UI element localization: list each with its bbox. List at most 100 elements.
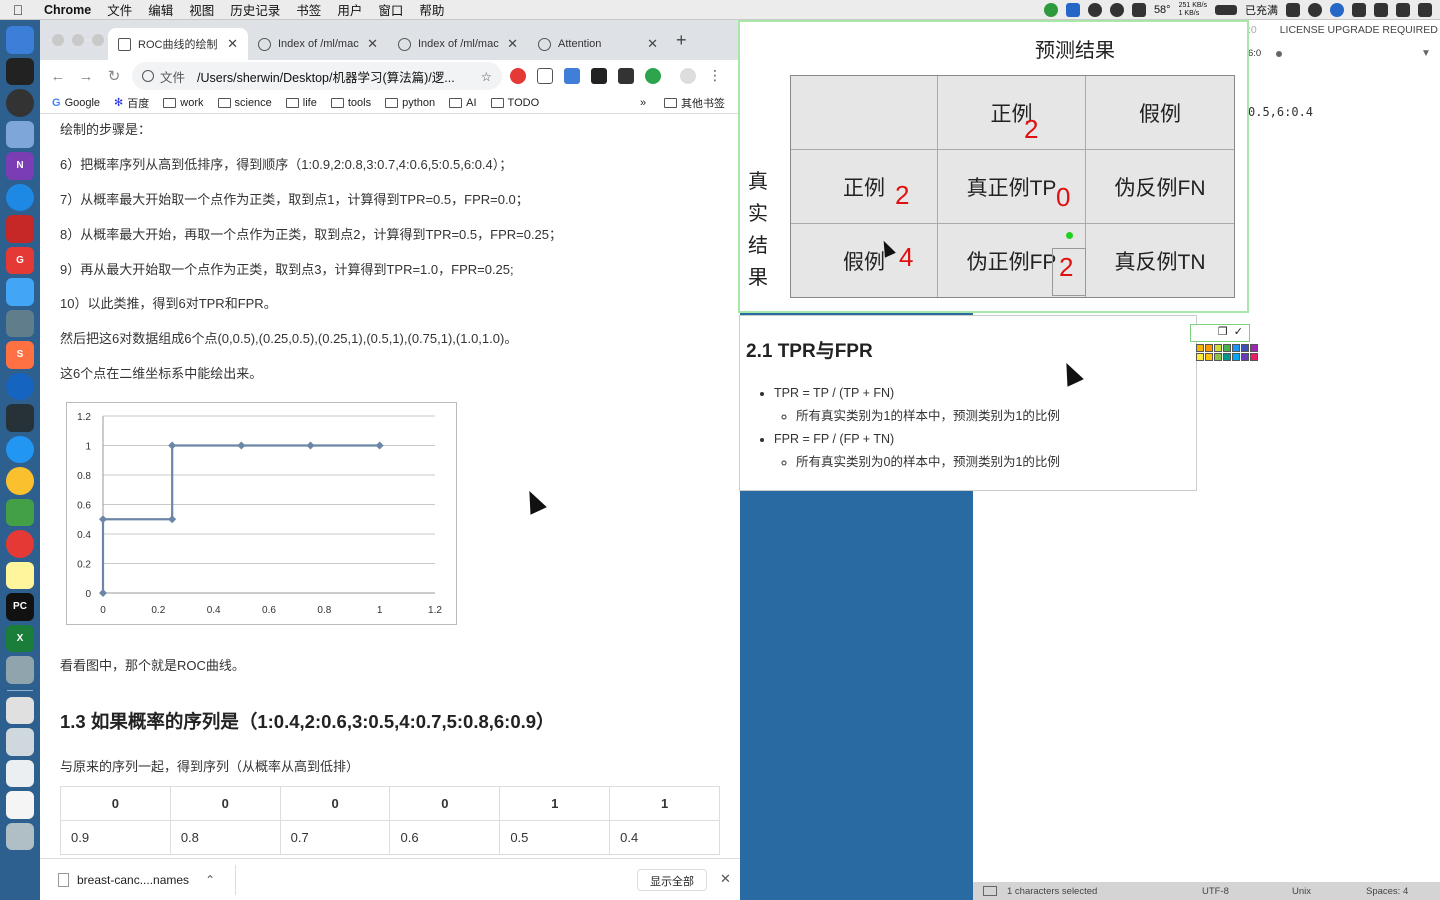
close-icon[interactable]: ✕ bbox=[720, 871, 731, 887]
obs-icon[interactable] bbox=[6, 89, 34, 117]
bookmark-tools[interactable]: tools bbox=[330, 97, 371, 109]
menu-app[interactable]: Chrome bbox=[36, 3, 99, 17]
downloads-stack-icon[interactable] bbox=[6, 759, 34, 787]
menu-bookmarks[interactable]: 书签 bbox=[288, 0, 329, 19]
close-icon[interactable]: ✕ bbox=[647, 36, 658, 52]
app-tray-icon[interactable] bbox=[1065, 3, 1080, 17]
grid-icon[interactable] bbox=[1131, 3, 1146, 17]
minimize-window-button[interactable] bbox=[72, 34, 84, 46]
quicktime-icon[interactable] bbox=[6, 372, 34, 400]
menu-view[interactable]: 视图 bbox=[181, 0, 222, 19]
pred-positive-count[interactable]: 2 bbox=[1024, 114, 1038, 145]
close-icon[interactable]: ✕ bbox=[507, 36, 518, 52]
address-bar[interactable]: 文件 /Users/sherwin/Desktop/机器学习(算法篇)/逻...… bbox=[132, 62, 502, 90]
notes-icon[interactable] bbox=[6, 561, 34, 589]
show-all-downloads-button[interactable]: 显示全部 bbox=[637, 869, 707, 891]
menu-user[interactable]: 用户 bbox=[329, 0, 370, 19]
activity-icon[interactable] bbox=[6, 404, 34, 432]
copy-icon[interactable]: ❐ bbox=[1218, 325, 1228, 341]
tab-index-2[interactable]: Index of /ml/mac ✕ bbox=[388, 28, 528, 60]
trash-icon[interactable] bbox=[6, 822, 34, 850]
display-icon[interactable] bbox=[1286, 3, 1300, 17]
notification-center-icon[interactable] bbox=[1418, 3, 1432, 17]
finder-icon[interactable] bbox=[6, 26, 34, 54]
weibo-icon[interactable] bbox=[6, 530, 34, 558]
chevron-down-icon[interactable]: ▼ bbox=[1421, 48, 1431, 59]
color-swatch[interactable] bbox=[1241, 353, 1249, 361]
color-swatch[interactable] bbox=[1232, 353, 1240, 361]
apple-icon[interactable]:  bbox=[0, 2, 36, 18]
bookmark-baidu[interactable]: ✻ 百度 bbox=[114, 95, 149, 111]
bookmark-ext-icon[interactable] bbox=[537, 68, 553, 84]
chevron-up-icon[interactable]: ⌃ bbox=[205, 873, 215, 887]
pycharm-icon[interactable]: PC bbox=[6, 593, 34, 621]
color-swatch[interactable] bbox=[1214, 344, 1222, 352]
rotate-handle-icon[interactable] bbox=[1066, 232, 1073, 239]
tampermonkey-ext-icon[interactable] bbox=[618, 68, 634, 84]
tab-roc[interactable]: ROC曲线的绘制 | ✕ bbox=[108, 28, 248, 60]
menu-edit[interactable]: 编辑 bbox=[140, 0, 181, 19]
chrome-icon[interactable] bbox=[6, 467, 34, 495]
color-swatch[interactable] bbox=[1250, 344, 1258, 352]
encoding-status[interactable]: UTF-8 bbox=[1202, 886, 1229, 897]
bookmark-science[interactable]: science bbox=[217, 97, 272, 109]
close-window-button[interactable] bbox=[52, 34, 64, 46]
back-arrow-icon[interactable]: ← bbox=[44, 68, 72, 85]
grammarly-ext-icon[interactable] bbox=[645, 68, 661, 84]
url-text[interactable]: /Users/sherwin/Desktop/机器学习(算法篇)/逻... bbox=[197, 67, 475, 86]
check-icon[interactable]: ✓ bbox=[1234, 325, 1243, 341]
reload-icon[interactable]: ↻ bbox=[100, 67, 128, 85]
bookmark-todo[interactable]: TODO bbox=[490, 97, 539, 109]
netease-icon[interactable] bbox=[6, 215, 34, 243]
search-icon[interactable] bbox=[1308, 3, 1322, 17]
siri-icon[interactable] bbox=[1330, 3, 1344, 17]
g-app-icon[interactable]: G bbox=[6, 246, 34, 274]
close-icon[interactable]: ✕ bbox=[227, 36, 238, 52]
x-ext-icon[interactable] bbox=[591, 68, 607, 84]
bookmark-life[interactable]: life bbox=[285, 97, 317, 109]
color-swatch[interactable] bbox=[1196, 344, 1204, 352]
browser-icon[interactable] bbox=[6, 183, 34, 211]
safari-icon[interactable] bbox=[6, 435, 34, 463]
star-icon[interactable]: ☆ bbox=[481, 69, 492, 84]
typora-icon[interactable] bbox=[6, 120, 34, 148]
photo-icon[interactable] bbox=[6, 656, 34, 684]
tab-attention[interactable]: Attention ✕ bbox=[528, 28, 668, 60]
other-bookmarks[interactable]: 其他书签 bbox=[664, 95, 725, 111]
translate-ext-icon[interactable] bbox=[510, 68, 526, 84]
zoom-window-button[interactable] bbox=[92, 34, 104, 46]
indent-status[interactable]: Spaces: 4 bbox=[1366, 886, 1408, 897]
color-swatch[interactable] bbox=[1232, 344, 1240, 352]
panel-icon[interactable] bbox=[983, 886, 997, 896]
pencil-app-icon[interactable] bbox=[6, 278, 34, 306]
excel-icon[interactable]: X bbox=[6, 624, 34, 652]
file-stack-icon[interactable] bbox=[6, 791, 34, 819]
forward-arrow-icon[interactable]: → bbox=[72, 68, 100, 85]
color-swatch[interactable] bbox=[1250, 353, 1258, 361]
battery-icon[interactable] bbox=[1215, 5, 1237, 15]
fp-count[interactable]: 2 bbox=[1059, 252, 1073, 283]
download-item[interactable]: breast-canc....names ⌃ bbox=[40, 864, 236, 895]
system-monitor-icon[interactable] bbox=[6, 309, 34, 337]
color-swatch[interactable] bbox=[1241, 344, 1249, 352]
menu-window[interactable]: 窗口 bbox=[370, 0, 411, 19]
bookmark-google[interactable]: G Google bbox=[52, 97, 100, 109]
menu-file[interactable]: 文件 bbox=[99, 0, 140, 19]
color-swatch[interactable] bbox=[1223, 344, 1231, 352]
bookmarks-overflow-button[interactable]: » bbox=[640, 97, 646, 109]
color-swatch[interactable] bbox=[1196, 353, 1204, 361]
bookmark-ai[interactable]: AI bbox=[449, 97, 477, 109]
actual-positive-count[interactable]: 2 bbox=[895, 180, 909, 211]
sublime-text-icon[interactable]: S bbox=[6, 341, 34, 369]
color-swatch[interactable] bbox=[1223, 353, 1231, 361]
tab-index-1[interactable]: Index of /ml/mac ✕ bbox=[248, 28, 388, 60]
color-swatch[interactable] bbox=[1205, 344, 1213, 352]
close-icon[interactable]: ✕ bbox=[367, 36, 378, 52]
onenote-icon[interactable]: N bbox=[6, 152, 34, 180]
wifi-icon[interactable] bbox=[1352, 3, 1366, 17]
menu-help[interactable]: 帮助 bbox=[411, 0, 452, 19]
jh-ext-icon[interactable] bbox=[564, 68, 580, 84]
record-icon[interactable] bbox=[1109, 3, 1124, 17]
line-ending-status[interactable]: Unix bbox=[1292, 886, 1311, 897]
color-swatch[interactable] bbox=[1205, 353, 1213, 361]
